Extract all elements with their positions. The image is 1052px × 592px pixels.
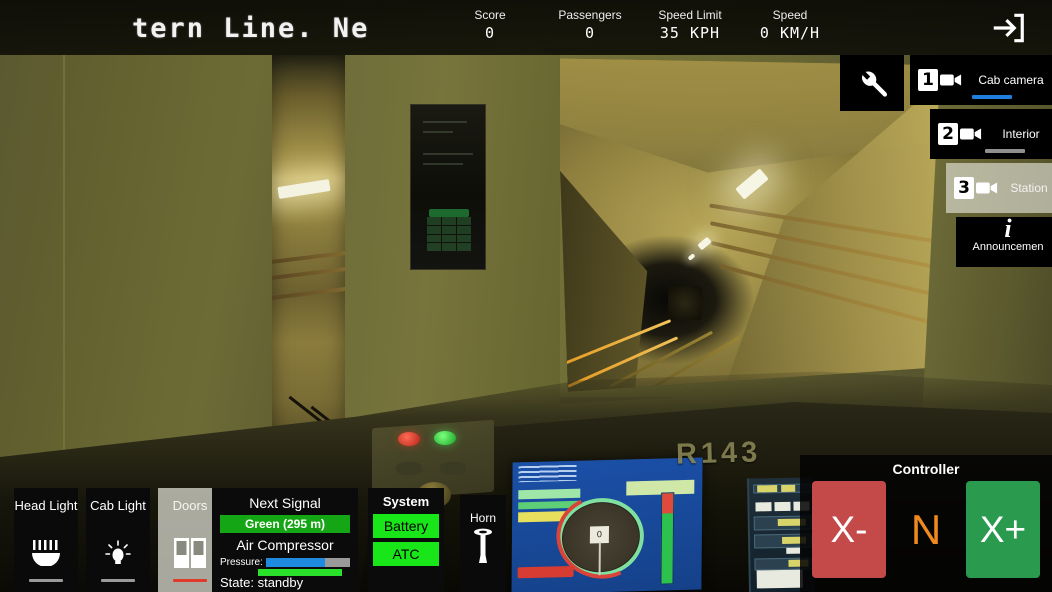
tunnel-rail: [270, 265, 348, 281]
next-signal-status: Green (295 m): [220, 515, 350, 533]
camera-label: Station: [1010, 181, 1048, 195]
car-number-label: R143: [675, 436, 762, 471]
tunnel-rail: [270, 249, 348, 265]
headlight-icon: [29, 539, 63, 566]
headlight-button[interactable]: Head Light: [14, 488, 78, 592]
throttle-increase-button[interactable]: X+: [966, 481, 1040, 578]
camera-option-cab[interactable]: 1 Cab camera: [910, 55, 1052, 105]
camera-active-indicator: [972, 95, 1012, 99]
throttle-neutral-indicator: N: [910, 505, 942, 553]
stat-speed-limit-value: 35 KPH: [659, 24, 721, 42]
indicator-lamp-red: [398, 432, 420, 446]
headlight-state-indicator: [29, 579, 63, 582]
cab-equipment-cabinet: [410, 104, 486, 270]
stat-speed-label: Speed: [772, 8, 808, 22]
exit-arrow-icon: [989, 9, 1027, 47]
camera-number: 1: [918, 69, 938, 91]
cablight-state-indicator: [101, 579, 135, 582]
stat-speed-limit: Speed Limit 35 KPH: [640, 8, 740, 44]
next-signal-title: Next Signal: [249, 495, 321, 511]
line-marquee: tern Line. Ne: [132, 12, 424, 46]
tunnel-vanishing-point: [668, 286, 702, 321]
exit-button[interactable]: [982, 4, 1034, 52]
controller-panel: Controller X- N X+: [800, 455, 1052, 592]
air-compressor-title: Air Compressor: [236, 537, 334, 553]
battery-button[interactable]: Battery: [373, 514, 439, 538]
camera-option-station[interactable]: 3 Station: [946, 163, 1052, 213]
cablight-button[interactable]: Cab Light: [86, 488, 150, 592]
horn-button[interactable]: Horn: [460, 495, 506, 592]
horn-icon: [470, 525, 496, 567]
tunnel-lamp: [277, 179, 331, 199]
hud-top-bar: tern Line. Ne Score 0 Passengers 0 Speed…: [0, 0, 1052, 55]
stat-speed-value: 0 KM/H: [759, 24, 821, 42]
announcement-label: Announcemen: [972, 241, 1044, 253]
camera-badge: 3: [954, 177, 998, 199]
doors-label: Doors: [172, 498, 208, 513]
console-knob: [396, 462, 422, 475]
controller-row: X- N X+: [800, 481, 1052, 578]
settings-button[interactable]: [840, 55, 904, 111]
wrench-icon: [854, 65, 890, 101]
pressure-row: Pressure:: [220, 557, 350, 576]
tunnel-rail: [270, 285, 348, 301]
stat-passengers: Passengers 0: [540, 8, 640, 44]
pressure-bar-fill: [265, 558, 325, 567]
game-screen: 0 R143 tern Line. Ne Score 0 Passengers …: [0, 0, 1052, 592]
stat-passengers-value: 0: [584, 24, 596, 42]
doors-state-indicator: [173, 579, 207, 582]
camera-label: Interior: [1002, 127, 1040, 141]
system-title: System: [382, 494, 430, 509]
doors-icon: [173, 536, 207, 570]
video-camera-icon: [960, 126, 982, 142]
cab-mfd-display: 0: [511, 457, 703, 592]
camera-badge: 1: [918, 69, 962, 91]
stat-score-label: Score: [474, 8, 506, 22]
video-camera-icon: [940, 72, 962, 88]
stat-passengers-label: Passengers: [558, 8, 622, 22]
indicator-lamp-green: [434, 431, 456, 445]
bottom-control-group: Head Light Cab Light Doors: [14, 488, 222, 592]
system-panel: System Battery ATC: [368, 488, 444, 592]
bulb-icon: [103, 538, 133, 568]
pressure-bar-track: [265, 558, 350, 567]
video-camera-icon: [976, 180, 998, 196]
camera-inactive-indicator: [985, 149, 1025, 153]
keypad: [427, 217, 471, 251]
stat-speed-limit-label: Speed Limit: [658, 8, 722, 22]
horn-label: Horn: [469, 511, 496, 525]
stat-speed: Speed 0 KM/H: [740, 8, 840, 44]
side-window-view: [270, 55, 348, 465]
cablight-label: Cab Light: [90, 498, 146, 513]
camera-label: Cab camera: [978, 73, 1044, 87]
hud-stats: Score 0 Passengers 0 Speed Limit 35 KPH …: [440, 8, 840, 44]
atc-button[interactable]: ATC: [373, 542, 439, 566]
pressure-label: Pressure:: [220, 557, 263, 568]
tunnel-lamp: [735, 168, 769, 200]
throttle-decrease-button[interactable]: X-: [812, 481, 886, 578]
pressure-secondary-bar: [258, 569, 342, 576]
tunnel-lamp: [687, 253, 696, 261]
tunnel-lamp: [697, 236, 712, 251]
horn-icon-area: [470, 525, 496, 567]
camera-option-interior[interactable]: 2 Interior: [930, 109, 1052, 159]
compressor-state: State: standby: [220, 575, 304, 590]
mfd-gauge: [660, 492, 675, 585]
camera-number: 3: [954, 177, 974, 199]
controller-title: Controller: [892, 461, 960, 477]
next-signal-panel: Next Signal Green (295 m) Air Compressor…: [212, 488, 358, 592]
camera-number: 2: [938, 123, 958, 145]
info-italic-icon: i: [1004, 214, 1012, 243]
announcement-button[interactable]: i Announcemen: [956, 214, 1052, 267]
line-marquee-text: tern Line. Ne: [132, 13, 370, 44]
console-knob: [440, 462, 466, 475]
mfd-speed-value: 0: [589, 525, 609, 544]
camera-badge: 2: [938, 123, 982, 145]
stat-score: Score 0: [440, 8, 540, 44]
stat-score-value: 0: [484, 24, 496, 42]
headlight-label: Head Light: [14, 498, 78, 513]
